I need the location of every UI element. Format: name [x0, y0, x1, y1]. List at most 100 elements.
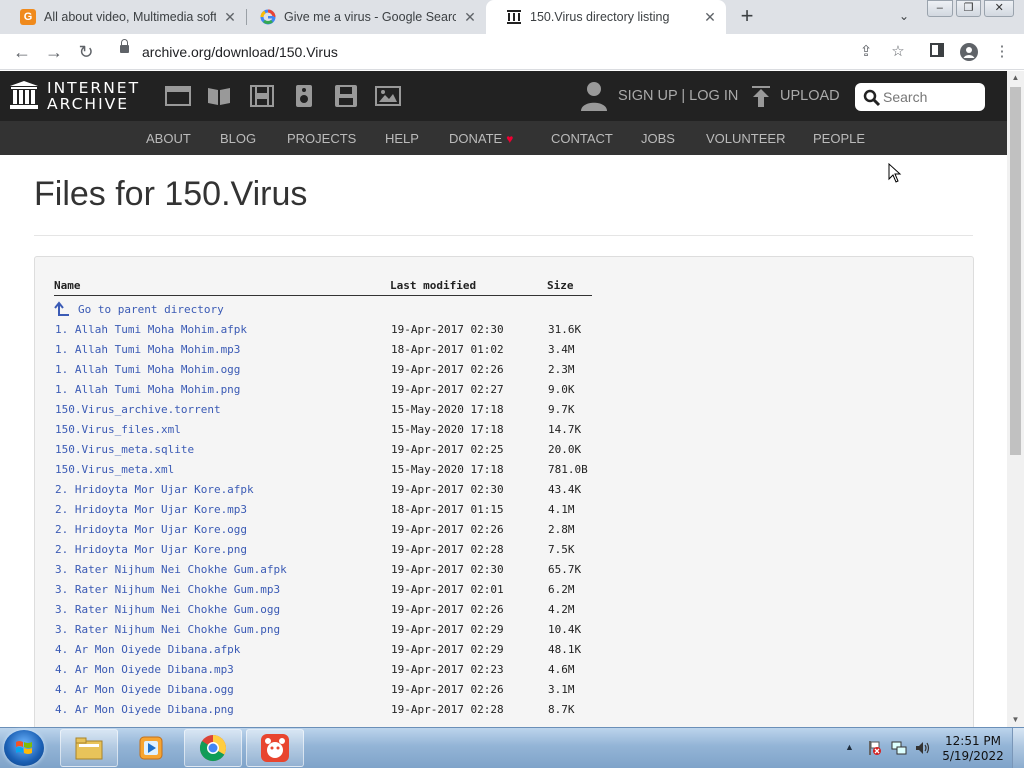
archive-logo-icon[interactable] [9, 80, 39, 110]
close-icon[interactable]: ✕ [222, 9, 238, 25]
system-clock[interactable]: 12:51 PM 5/19/2022 [940, 734, 1006, 764]
header-size[interactable]: Size [547, 279, 574, 292]
close-window-button[interactable]: ✕ [984, 0, 1014, 17]
chrome-taskbar-button[interactable] [184, 729, 242, 767]
volume-icon[interactable] [915, 740, 931, 756]
tab-virus-listing[interactable]: 150.Virus directory listing ✕ [486, 0, 726, 34]
explorer-icon [75, 737, 103, 760]
file-name-link[interactable]: 1. Allah Tumi Moha Mohim.png [55, 383, 240, 396]
upload-link[interactable]: UPLOAD [780, 88, 840, 104]
file-name-link[interactable]: 2. Hridoyta Mor Ujar Kore.afpk [55, 483, 254, 496]
texts-icon[interactable] [206, 85, 232, 107]
file-name-link[interactable]: 2. Hridoyta Mor Ujar Kore.png [55, 543, 247, 556]
restore-button[interactable]: ❐ [955, 0, 982, 17]
back-arrow-icon[interactable]: ← [12, 42, 32, 62]
file-modified: 15-May-2020 17:18 [391, 463, 504, 476]
tab-google-search[interactable]: Give me a virus - Google Search ✕ [240, 0, 486, 34]
signup-login-link[interactable]: SIGN UP | LOG IN [618, 88, 738, 104]
table-row: 3. Rater Nijhum Nei Chokhe Gum.ogg 19-Apr… [35, 603, 635, 623]
parent-directory-link[interactable]: Go to parent directory [54, 301, 224, 317]
user-avatar-icon[interactable] [580, 80, 608, 112]
network-icon[interactable] [891, 740, 907, 756]
new-tab-button[interactable]: + [736, 5, 758, 28]
chevron-down-icon[interactable]: ⌄ [896, 9, 912, 25]
nav-contact[interactable]: CONTACT [551, 131, 613, 146]
tab-multimedia[interactable]: G All about video, Multimedia softw ✕ [0, 0, 246, 34]
file-name-link[interactable]: 150.Virus_meta.xml [55, 463, 174, 476]
file-name-link[interactable]: 4. Ar Mon Oiyede Dibana.afpk [55, 643, 240, 656]
close-icon[interactable]: ✕ [702, 9, 718, 25]
nav-jobs[interactable]: JOBS [641, 131, 675, 146]
show-desktop-button[interactable] [1012, 728, 1024, 768]
software-icon[interactable] [333, 85, 359, 107]
header-name[interactable]: Name [54, 279, 81, 292]
nav-help[interactable]: HELP [385, 131, 419, 146]
star-icon[interactable]: ☆ [889, 43, 907, 61]
images-icon[interactable] [375, 85, 401, 107]
nav-donate[interactable]: DONATE ♥ [449, 131, 513, 146]
file-modified: 19-Apr-2017 02:25 [391, 443, 504, 456]
side-panel-icon[interactable] [928, 43, 946, 61]
file-name-link[interactable]: 1. Allah Tumi Moha Mohim.ogg [55, 363, 240, 376]
media-player-taskbar-button[interactable] [122, 729, 180, 767]
file-size: 31.6K [548, 323, 582, 336]
nav-volunteer[interactable]: VOLUNTEER [706, 131, 785, 146]
scroll-thumb[interactable] [1010, 87, 1021, 455]
start-button[interactable] [4, 730, 44, 766]
tray-expand-icon[interactable]: ▲ [845, 742, 854, 752]
profile-icon[interactable] [960, 43, 978, 61]
file-modified: 19-Apr-2017 02:29 [391, 643, 504, 656]
file-name-link[interactable]: 150.Virus_files.xml [55, 423, 181, 436]
file-modified: 15-May-2020 17:18 [391, 403, 504, 416]
archive-logo-text[interactable]: INTERNET ARCHIVE [47, 80, 140, 112]
table-row: 3. Rater Nijhum Nei Chokhe Gum.afpk 19-Ap… [35, 563, 635, 583]
vertical-scrollbar[interactable]: ▲ ▼ [1007, 71, 1024, 727]
file-name-link[interactable]: 4. Ar Mon Oiyede Dibana.png [55, 703, 234, 716]
explorer-taskbar-button[interactable] [60, 729, 118, 767]
file-name-link[interactable]: 150.Virus_meta.sqlite [55, 443, 194, 456]
file-modified: 15-May-2020 17:18 [391, 423, 504, 436]
app-red-icon [261, 734, 289, 762]
minimize-button[interactable]: – [927, 0, 953, 17]
search-input[interactable] [883, 87, 979, 107]
table-row: 3. Rater Nijhum Nei Chokhe Gum.mp3 19-Apr… [35, 583, 635, 603]
nav-blog[interactable]: BLOG [220, 131, 256, 146]
tab-strip: G All about video, Multimedia softw ✕ Gi… [0, 0, 1024, 34]
ia-search-box[interactable] [855, 83, 985, 111]
file-name-link[interactable]: 3. Rater Nijhum Nei Chokhe Gum.afpk [55, 563, 287, 576]
close-icon[interactable]: ✕ [462, 9, 478, 25]
kebab-menu-icon[interactable]: ⋮ [993, 43, 1011, 61]
file-name-link[interactable]: 2. Hridoyta Mor Ujar Kore.mp3 [55, 503, 247, 516]
audio-icon[interactable] [291, 85, 317, 107]
file-name-link[interactable]: 150.Virus_archive.torrent [55, 403, 221, 416]
file-name-link[interactable]: 1. Allah Tumi Moha Mohim.mp3 [55, 343, 240, 356]
file-name-link[interactable]: 4. Ar Mon Oiyede Dibana.ogg [55, 683, 234, 696]
reload-icon[interactable]: ↻ [76, 42, 96, 62]
tab-title: All about video, Multimedia softw [44, 10, 216, 24]
file-name-link[interactable]: 2. Hridoyta Mor Ujar Kore.ogg [55, 523, 247, 536]
address-bar[interactable]: archive.org/download/150.Virus [108, 38, 918, 66]
file-name-link[interactable]: 1. Allah Tumi Moha Mohim.afpk [55, 323, 247, 336]
table-row: 4. Ar Mon Oiyede Dibana.png 19-Apr-2017 0… [35, 703, 635, 723]
scroll-up-icon[interactable]: ▲ [1007, 71, 1024, 85]
table-row: 150.Virus_archive.torrent 15-May-2020 17:… [35, 403, 635, 423]
url-text[interactable]: archive.org/download/150.Virus [142, 44, 338, 60]
header-last-modified[interactable]: Last modified [390, 279, 476, 292]
video-icon[interactable] [249, 85, 275, 107]
forward-arrow-icon[interactable]: → [44, 42, 64, 62]
scroll-down-icon[interactable]: ▼ [1007, 713, 1024, 727]
web-icon[interactable] [165, 85, 191, 107]
nav-projects[interactable]: PROJECTS [287, 131, 356, 146]
file-modified: 19-Apr-2017 02:29 [391, 623, 504, 636]
action-center-flag-icon[interactable] [866, 740, 882, 756]
nav-about[interactable]: ABOUT [146, 131, 191, 146]
file-name-link[interactable]: 3. Rater Nijhum Nei Chokhe Gum.mp3 [55, 583, 280, 596]
file-size: 2.3M [548, 363, 575, 376]
file-name-link[interactable]: 4. Ar Mon Oiyede Dibana.mp3 [55, 663, 234, 676]
upload-icon[interactable] [751, 86, 771, 108]
file-name-link[interactable]: 3. Rater Nijhum Nei Chokhe Gum.ogg [55, 603, 280, 616]
file-name-link[interactable]: 3. Rater Nijhum Nei Chokhe Gum.png [55, 623, 280, 636]
share-icon[interactable]: ⇪ [857, 43, 875, 61]
nav-people[interactable]: PEOPLE [813, 131, 865, 146]
app-red-taskbar-button[interactable] [246, 729, 304, 767]
